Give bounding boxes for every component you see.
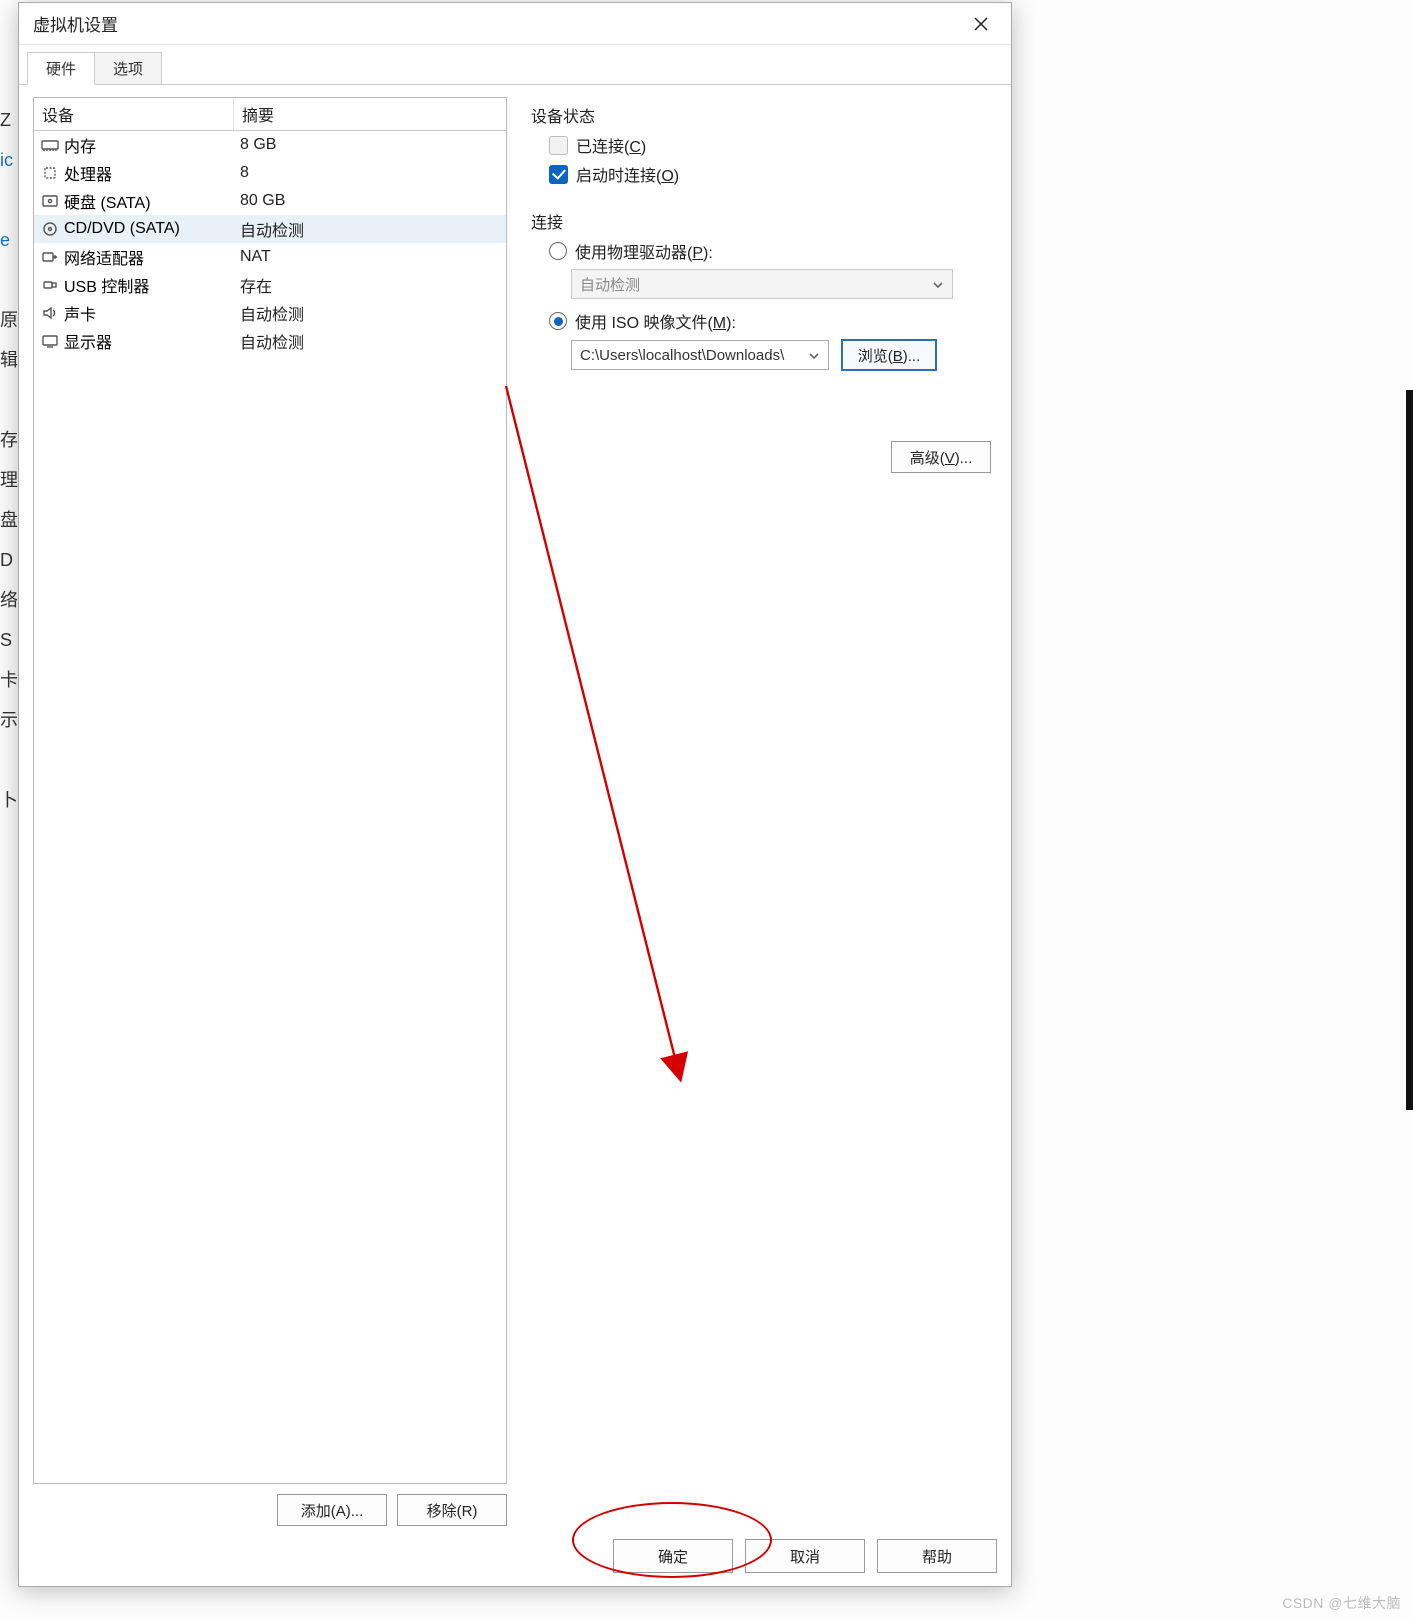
add-button[interactable]: 添加(A)... — [277, 1494, 387, 1526]
device-name: 内存 — [64, 133, 240, 157]
connect-on-power-checkbox[interactable] — [549, 165, 568, 184]
use-iso-radio[interactable] — [549, 312, 567, 330]
disk-icon — [40, 192, 60, 210]
physical-drive-value: 自动检测 — [580, 274, 640, 295]
header-summary: 摘要 — [234, 98, 506, 130]
cancel-button[interactable]: 取消 — [745, 1539, 865, 1573]
device-summary: 8 — [240, 164, 500, 182]
window-title: 虚拟机设置 — [33, 11, 959, 36]
device-name: 网络适配器 — [64, 245, 240, 269]
display-icon — [40, 332, 60, 350]
device-summary: 80 GB — [240, 192, 500, 210]
device-summary: 存在 — [240, 273, 500, 297]
device-summary: 自动检测 — [240, 329, 500, 353]
connection-title: 连接 — [531, 209, 997, 233]
device-name: 硬盘 (SATA) — [64, 189, 240, 213]
tab-options[interactable]: 选项 — [94, 52, 162, 84]
connected-checkbox[interactable] — [549, 136, 568, 155]
chevron-down-icon — [932, 278, 944, 290]
device-name: USB 控制器 — [64, 273, 240, 297]
iso-path-value: C:\Users\localhost\Downloads\ — [580, 347, 784, 364]
close-button[interactable] — [959, 5, 1003, 43]
use-iso-label: 使用 ISO 映像文件(M): — [575, 309, 736, 333]
use-iso-radio-row[interactable]: 使用 ISO 映像文件(M): — [549, 309, 997, 333]
device-name: 声卡 — [64, 301, 240, 325]
device-row-display[interactable]: 显示器自动检测 — [34, 327, 506, 355]
device-summary: NAT — [240, 248, 500, 266]
device-table: 设备 摘要 内存8 GB处理器8硬盘 (SATA)80 GBCD/DVD (SA… — [33, 97, 507, 1484]
dialog-footer: 确定 取消 帮助 — [19, 1526, 1011, 1586]
physical-drive-dropdown[interactable]: 自动检测 — [571, 269, 953, 299]
tab-body: 设备 摘要 内存8 GB处理器8硬盘 (SATA)80 GBCD/DVD (SA… — [19, 85, 1011, 1586]
close-icon — [973, 16, 989, 32]
connect-on-power-label: 启动时连接(O) — [576, 162, 679, 186]
device-buttons: 添加(A)... 移除(R) — [33, 1494, 507, 1526]
usb-icon — [40, 276, 60, 294]
device-row-disk[interactable]: 硬盘 (SATA)80 GB — [34, 187, 506, 215]
background-dark-stripe — [1406, 390, 1413, 1110]
device-table-header: 设备 摘要 — [34, 98, 506, 131]
right-panel: 设备状态 已连接(C) 启动时连接(O) 连接 使用物理驱动器(P): — [531, 97, 997, 1526]
device-row-memory[interactable]: 内存8 GB — [34, 131, 506, 159]
use-physical-radio[interactable] — [549, 242, 567, 260]
device-summary: 自动检测 — [240, 217, 500, 241]
titlebar: 虚拟机设置 — [19, 3, 1011, 45]
tab-hardware[interactable]: 硬件 — [27, 52, 95, 85]
header-device: 设备 — [34, 98, 234, 130]
tabstrip: 硬件 选项 — [19, 45, 1011, 85]
left-panel: 设备 摘要 内存8 GB处理器8硬盘 (SATA)80 GBCD/DVD (SA… — [33, 97, 507, 1526]
connected-label: 已连接(C) — [576, 133, 646, 157]
use-physical-label: 使用物理驱动器(P): — [575, 239, 713, 263]
cpu-icon — [40, 164, 60, 182]
help-button[interactable]: 帮助 — [877, 1539, 997, 1573]
connected-checkbox-row[interactable]: 已连接(C) — [549, 133, 997, 157]
browse-button[interactable]: 浏览(B)... — [841, 339, 937, 371]
device-row-usb[interactable]: USB 控制器存在 — [34, 271, 506, 299]
cd-icon — [40, 220, 60, 238]
sound-icon — [40, 304, 60, 322]
net-icon — [40, 248, 60, 266]
connect-on-power-row[interactable]: 启动时连接(O) — [549, 162, 997, 186]
device-status-title: 设备状态 — [531, 103, 997, 127]
use-physical-radio-row[interactable]: 使用物理驱动器(P): — [549, 239, 997, 263]
chevron-down-icon — [808, 349, 820, 361]
device-name: CD/DVD (SATA) — [64, 220, 240, 238]
iso-path-dropdown[interactable]: C:\Users\localhost\Downloads\ — [571, 340, 829, 370]
device-summary: 自动检测 — [240, 301, 500, 325]
device-summary: 8 GB — [240, 136, 500, 154]
device-row-net[interactable]: 网络适配器NAT — [34, 243, 506, 271]
vm-settings-dialog: 虚拟机设置 硬件 选项 设备 摘要 内存8 GB处理器8硬盘 (SATA)80 … — [18, 2, 1012, 1587]
device-row-cd[interactable]: CD/DVD (SATA)自动检测 — [34, 215, 506, 243]
device-row-cpu[interactable]: 处理器8 — [34, 159, 506, 187]
device-name: 显示器 — [64, 329, 240, 353]
device-row-sound[interactable]: 声卡自动检测 — [34, 299, 506, 327]
memory-icon — [40, 136, 60, 154]
device-name: 处理器 — [64, 161, 240, 185]
remove-button[interactable]: 移除(R) — [397, 1494, 507, 1526]
watermark: CSDN @七维大脑 — [1282, 1593, 1401, 1613]
advanced-button[interactable]: 高级(V)... — [891, 441, 991, 473]
background-clipped-text: Zic e 原辑 存理盘D络 S卡示 卜 — [0, 100, 18, 820]
ok-button[interactable]: 确定 — [613, 1539, 733, 1573]
